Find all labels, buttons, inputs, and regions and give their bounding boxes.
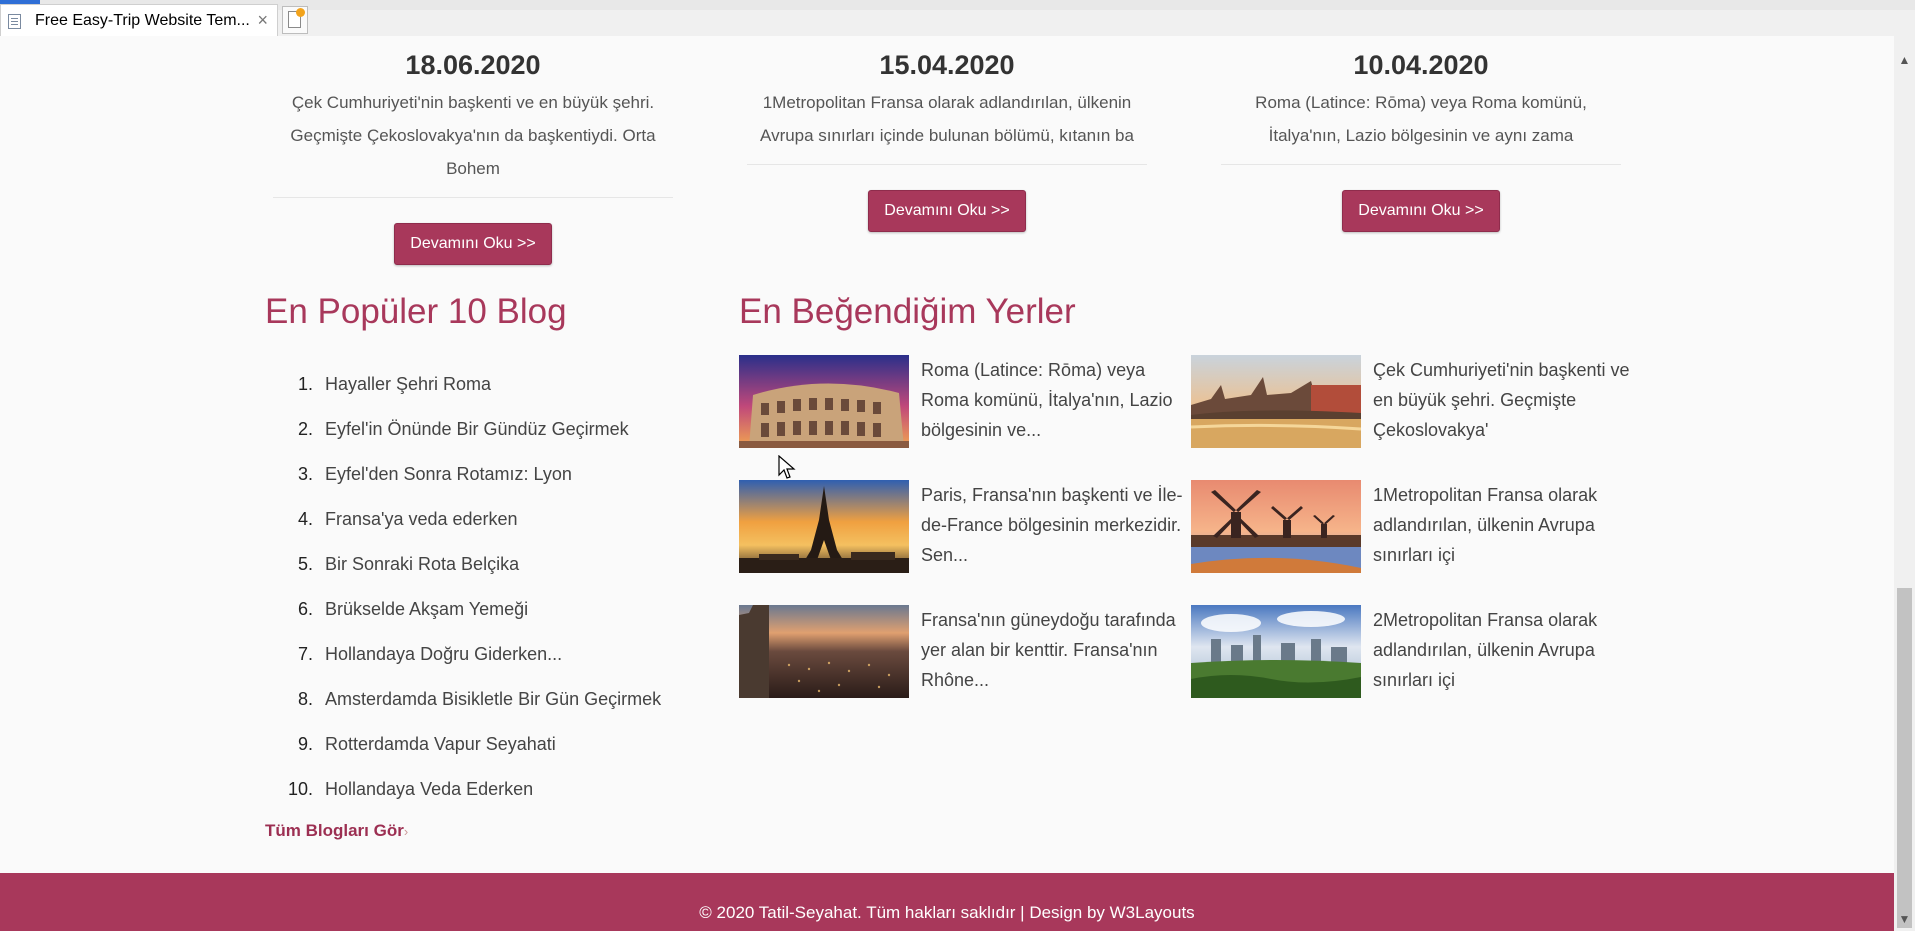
colosseum-photo[interactable]	[739, 355, 909, 448]
place-description: 2Metropolitan Fransa olarak adlandırılan…	[1373, 610, 1598, 690]
post-card: 10.04.2020 Roma (Latince: Rōma) veya Rom…	[1221, 36, 1621, 232]
read-more-button[interactable]: Devamını Oku >>	[394, 223, 552, 265]
blog-list-item[interactable]: 8. Amsterdamda Bisikletle Bir Gün Geçirme…	[283, 689, 661, 734]
item-number: 9.	[297, 734, 313, 754]
copyright-text: © 2020 Tatil-Seyahat. Tüm hakları saklıd…	[699, 903, 1195, 922]
blog-link[interactable]: Eyfel'den Sonra Rotamız: Lyon	[325, 464, 572, 484]
page-viewport: 18.06.2020 Çek Cumhuriyeti'nin başkenti …	[0, 36, 1894, 931]
vertical-scrollbar[interactable]: ▲ ▼	[1894, 36, 1915, 931]
item-number: 10.	[287, 779, 313, 799]
windmills-photo[interactable]	[1191, 480, 1361, 573]
item-number: 6.	[297, 599, 313, 619]
scroll-up-icon[interactable]: ▲	[1894, 50, 1915, 70]
item-number: 1.	[297, 374, 313, 394]
favorite-place-item[interactable]: 1Metropolitan Fransa olarak adlandırılan…	[1191, 480, 1641, 573]
blog-link[interactable]: Amsterdamda Bisikletle Bir Gün Geçirmek	[325, 689, 661, 709]
post-excerpt: 1Metropolitan Fransa olarak adlandırılan…	[760, 93, 1134, 145]
prague-photo[interactable]	[1191, 355, 1361, 448]
see-all-label[interactable]: Tüm Blogları Gör	[265, 821, 404, 840]
item-number: 2.	[297, 419, 313, 439]
item-number: 4.	[297, 509, 313, 529]
place-description: Fransa'nın güneydoğu tarafında yer alan …	[921, 610, 1176, 690]
favorite-place-item[interactable]: Paris, Fransa'nın başkenti ve İle-de-Fra…	[739, 480, 1189, 573]
item-number: 3.	[297, 464, 313, 484]
chevron-right-icon: ›	[403, 824, 409, 839]
post-date: 18.06.2020	[405, 50, 541, 80]
blog-link[interactable]: Fransa'ya veda ederken	[325, 509, 518, 529]
popular-blog-list: 1. Hayaller Şehri Roma 2. Eyfel'in Önünde …	[283, 374, 661, 824]
place-description: Roma (Latince: Rōma) veya Roma komünü, İ…	[921, 360, 1173, 440]
divider	[747, 164, 1147, 165]
read-more-button[interactable]: Devamını Oku >>	[1342, 190, 1500, 232]
popular-blogs-title: En Popüler 10 Blog	[265, 292, 567, 331]
blog-list-item[interactable]: 7. Hollandaya Doğru Giderken...	[283, 644, 661, 689]
post-card: 18.06.2020 Çek Cumhuriyeti'nin başkenti …	[273, 36, 673, 265]
favorite-place-item[interactable]: 2Metropolitan Fransa olarak adlandırılan…	[1191, 605, 1641, 698]
scroll-down-icon[interactable]: ▼	[1894, 909, 1915, 929]
blog-list-item[interactable]: 6. Brükselde Akşam Yemeği	[283, 599, 661, 644]
divider	[273, 197, 673, 198]
eiffel-photo[interactable]	[739, 480, 909, 573]
favorite-place-item[interactable]: Çek Cumhuriyeti'nin başkenti ve en büyük…	[1191, 355, 1641, 448]
new-tab-button[interactable]	[282, 6, 308, 34]
new-badge-icon	[296, 8, 305, 17]
blog-list-item[interactable]: 4. Fransa'ya veda ederken	[283, 509, 661, 554]
blog-list-item[interactable]: 1. Hayaller Şehri Roma	[283, 374, 661, 419]
post-card: 15.04.2020 1Metropolitan Fransa olarak a…	[747, 36, 1147, 232]
browser-tab-bar: Free Easy-Trip Website Tem... ×	[0, 0, 1915, 37]
place-description: Çek Cumhuriyeti'nin başkenti ve en büyük…	[1373, 360, 1630, 440]
post-date: 15.04.2020	[879, 50, 1015, 80]
lyon-photo[interactable]	[739, 605, 909, 698]
post-date: 10.04.2020	[1353, 50, 1489, 80]
site-footer: © 2020 Tatil-Seyahat. Tüm hakları saklıd…	[0, 873, 1894, 931]
blog-list-item[interactable]: 10. Hollandaya Veda Ederken	[283, 779, 661, 824]
post-excerpt: Çek Cumhuriyeti'nin başkenti ve en büyük…	[290, 93, 656, 178]
rotterdam-photo[interactable]	[1191, 605, 1361, 698]
blog-list-item[interactable]: 5. Bir Sonraki Rota Belçika	[283, 554, 661, 599]
place-description: Paris, Fransa'nın başkenti ve İle-de-Fra…	[921, 485, 1183, 565]
close-icon[interactable]: ×	[257, 11, 268, 29]
blog-link[interactable]: Hayaller Şehri Roma	[325, 374, 491, 394]
read-more-button[interactable]: Devamını Oku >>	[868, 190, 1026, 232]
blog-list-item[interactable]: 9. Rotterdamda Vapur Seyahati	[283, 734, 661, 779]
blog-link[interactable]: Rotterdamda Vapur Seyahati	[325, 734, 556, 754]
tab-title: Free Easy-Trip Website Tem...	[35, 12, 250, 29]
place-description: 1Metropolitan Fransa olarak adlandırılan…	[1373, 485, 1598, 565]
blog-link[interactable]: Bir Sonraki Rota Belçika	[325, 554, 519, 574]
favorite-place-item[interactable]: Fransa'nın güneydoğu tarafında yer alan …	[739, 605, 1189, 698]
blog-link[interactable]: Hollandaya Doğru Giderken...	[325, 644, 562, 664]
post-excerpt: Roma (Latince: Rōma) veya Roma komünü, İ…	[1255, 93, 1587, 145]
browser-tab[interactable]: Free Easy-Trip Website Tem... ×	[0, 4, 278, 36]
blog-link[interactable]: Eyfel'in Önünde Bir Gündüz Geçirmek	[325, 419, 629, 439]
divider	[1221, 164, 1621, 165]
item-number: 8.	[297, 689, 313, 709]
see-all-blogs-link[interactable]: Tüm Blogları Gör›	[265, 821, 408, 841]
scrollbar-thumb[interactable]	[1897, 588, 1912, 928]
favorite-place-item[interactable]: Roma (Latince: Rōma) veya Roma komünü, İ…	[739, 355, 1189, 448]
blog-link[interactable]: Brükselde Akşam Yemeği	[325, 599, 528, 619]
page-icon	[8, 14, 21, 29]
blog-link[interactable]: Hollandaya Veda Ederken	[325, 779, 533, 799]
blog-list-item[interactable]: 3. Eyfel'den Sonra Rotamız: Lyon	[283, 464, 661, 509]
item-number: 5.	[297, 554, 313, 574]
favorite-places-title: En Beğendiğim Yerler	[739, 292, 1076, 331]
item-number: 7.	[297, 644, 313, 664]
blog-list-item[interactable]: 2. Eyfel'in Önünde Bir Gündüz Geçirmek	[283, 419, 661, 464]
